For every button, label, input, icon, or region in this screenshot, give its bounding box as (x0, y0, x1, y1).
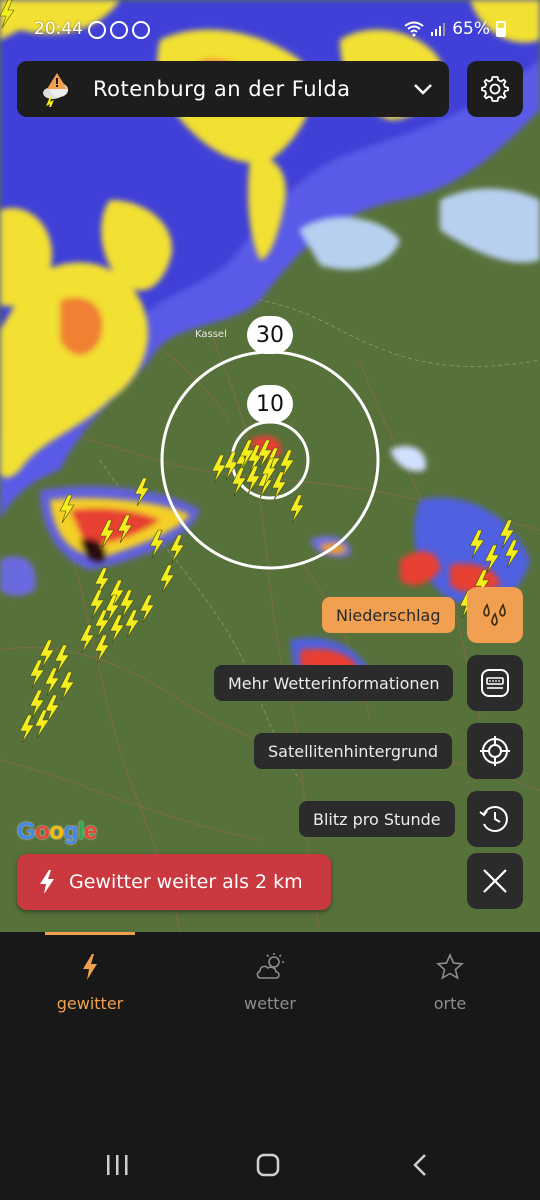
raindrops-icon (483, 603, 506, 626)
radar-overlay: Kassel (0, 0, 540, 932)
whatsapp-icon (88, 21, 106, 39)
home-icon[interactable] (256, 1153, 280, 1177)
messenger-icon (132, 21, 150, 39)
recent-apps-icon[interactable] (107, 1155, 128, 1175)
tab-label: orte (433, 994, 467, 1013)
notification-icons (88, 21, 150, 39)
wifi-icon (404, 21, 424, 37)
range-label-outer: 30 (247, 316, 293, 354)
whatsapp-icon (110, 21, 128, 39)
tab-wetter[interactable]: wetter (200, 950, 340, 1013)
layer-label-lightning-per-hour[interactable]: Blitz pro Stunde (299, 801, 455, 837)
battery-icon (496, 21, 506, 37)
bottom-navigation: gewitter wetter orte (0, 932, 540, 1032)
clock-history-icon (479, 806, 508, 832)
close-icon (483, 869, 507, 893)
alert-text: Gewitter weiter als 2 km (69, 871, 303, 893)
satellite-layer-button[interactable] (467, 723, 523, 779)
storm-warning-icon (43, 73, 68, 107)
back-icon[interactable] (413, 1154, 426, 1176)
tab-orte[interactable]: orte (380, 950, 520, 1013)
radar-map[interactable]: Kassel 30 10 Google (0, 0, 540, 932)
lightning-icon (83, 954, 97, 980)
status-time: 20:44 (34, 19, 83, 39)
settings-button[interactable] (467, 61, 523, 117)
lightning-icon (40, 870, 54, 894)
battery-level: 65% (452, 19, 490, 39)
weather-info-button[interactable] (467, 655, 523, 711)
tab-label: wetter (244, 994, 296, 1013)
layer-label-niederschlag[interactable]: Niederschlag (322, 597, 455, 633)
thunderstorm-distance-alert[interactable]: Gewitter weiter als 2 km (17, 854, 331, 910)
place-label-kassel: Kassel (195, 329, 227, 340)
layer-label-weather-info[interactable]: Mehr Wetterinformationen (214, 665, 454, 701)
chevron-down-icon[interactable] (413, 79, 433, 99)
close-menu-button[interactable] (467, 853, 523, 909)
gear-icon (481, 76, 509, 102)
crosshair-icon (480, 736, 510, 766)
lightning-per-hour-button[interactable] (467, 791, 523, 847)
signal-icon (431, 23, 446, 36)
location-name: Rotenburg an der Fulda (93, 77, 351, 101)
tab-label: gewitter (56, 994, 124, 1013)
system-status: 65% (404, 19, 506, 39)
system-navigation-bar (0, 1130, 540, 1200)
dashboard-icon (481, 669, 509, 697)
layer-label-satellite[interactable]: Satellitenhintergrund (254, 733, 452, 769)
star-icon (436, 953, 464, 980)
cloud-sun-icon (256, 953, 284, 979)
tab-gewitter[interactable]: gewitter (20, 950, 160, 1013)
location-selector[interactable]: Rotenburg an der Fulda (17, 61, 449, 117)
status-bar: 20:44 65% (0, 0, 540, 60)
range-label-inner: 10 (247, 385, 293, 423)
active-tab-indicator (45, 932, 135, 935)
precipitation-layer-button[interactable] (467, 587, 523, 643)
google-attribution: Google (17, 818, 97, 845)
